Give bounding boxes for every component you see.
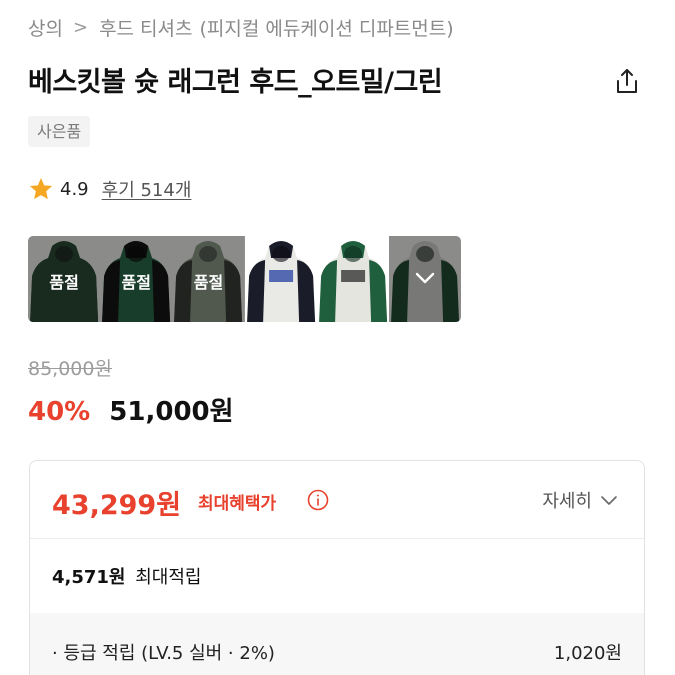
detail-label: 자세히 <box>542 491 592 512</box>
color-swatches: 품절 품절 품절 <box>28 236 461 322</box>
rating: 4.9 후기 514개 <box>28 176 191 202</box>
rating-score: 4.9 <box>60 178 89 200</box>
original-price: 85,000원 <box>28 358 112 380</box>
max-points-row: 4,571원 최대적립 <box>52 563 201 589</box>
swatch-dark-green[interactable]: 품절 <box>28 236 101 322</box>
breadcrumb-category[interactable]: 상의 <box>28 14 63 41</box>
grade-points-label: · 등급 적립 (LV.5 실버 · 2%) <box>52 643 275 664</box>
detail-toggle-button[interactable]: 자세히 <box>542 487 618 513</box>
soldout-label: 품절 <box>49 273 79 292</box>
gift-tag: 사은품 <box>28 116 91 147</box>
swatch-black-green[interactable]: 품절 <box>100 236 173 322</box>
discount-rate: 40% <box>28 397 91 427</box>
breadcrumb-subcategory[interactable]: 후드 티셔츠 <box>99 14 192 41</box>
swatch-oatmeal-green[interactable] <box>316 236 389 322</box>
grade-points-row: · 등급 적립 (LV.5 실버 · 2%) 1,020원 <box>30 613 644 675</box>
soldout-label: 품절 <box>121 273 151 292</box>
chevron-down-icon <box>601 496 617 505</box>
soldout-label: 품절 <box>193 273 224 292</box>
info-icon[interactable] <box>307 489 329 511</box>
sale-price-row: 40% 51,000원 <box>28 391 234 428</box>
star-icon <box>29 177 53 200</box>
breadcrumb: 상의 > 후드 티셔츠 (피지컬 에듀케이션 디파트먼트) <box>28 14 454 41</box>
breadcrumb-separator: > <box>72 17 89 38</box>
points-label: 최대적립 <box>135 567 202 588</box>
checkmark-icon <box>415 272 435 284</box>
sale-price: 51,000원 <box>109 397 234 427</box>
benefit-header[interactable]: 43,299원 최대혜택가 자세히 <box>30 461 644 539</box>
review-count-link[interactable]: 후기 514개 <box>102 176 192 202</box>
benefit-box: 43,299원 최대혜택가 자세히 4,571원 최대적립 · 등급 적립 (L… <box>29 460 645 675</box>
breadcrumb-brand[interactable]: (피지컬 에듀케이션 디파트먼트) <box>200 14 454 41</box>
max-benefit-label: 최대혜택가 <box>198 494 277 514</box>
grade-points-value: 1,020원 <box>553 643 622 664</box>
hoodie-image <box>244 236 317 322</box>
hoodie-image <box>316 236 389 322</box>
points-amount: 4,571원 <box>52 567 126 588</box>
swatch-oatmeal-green-selected[interactable] <box>388 236 461 322</box>
swatch-oatmeal-navy[interactable] <box>244 236 317 322</box>
share-icon[interactable] <box>612 66 642 96</box>
swatch-charcoal-khaki[interactable]: 품절 <box>172 236 245 322</box>
max-benefit-price: 43,299원 <box>52 490 182 521</box>
product-title: 베스킷볼 슛 래그런 후드_오트밀/그린 <box>28 67 443 98</box>
